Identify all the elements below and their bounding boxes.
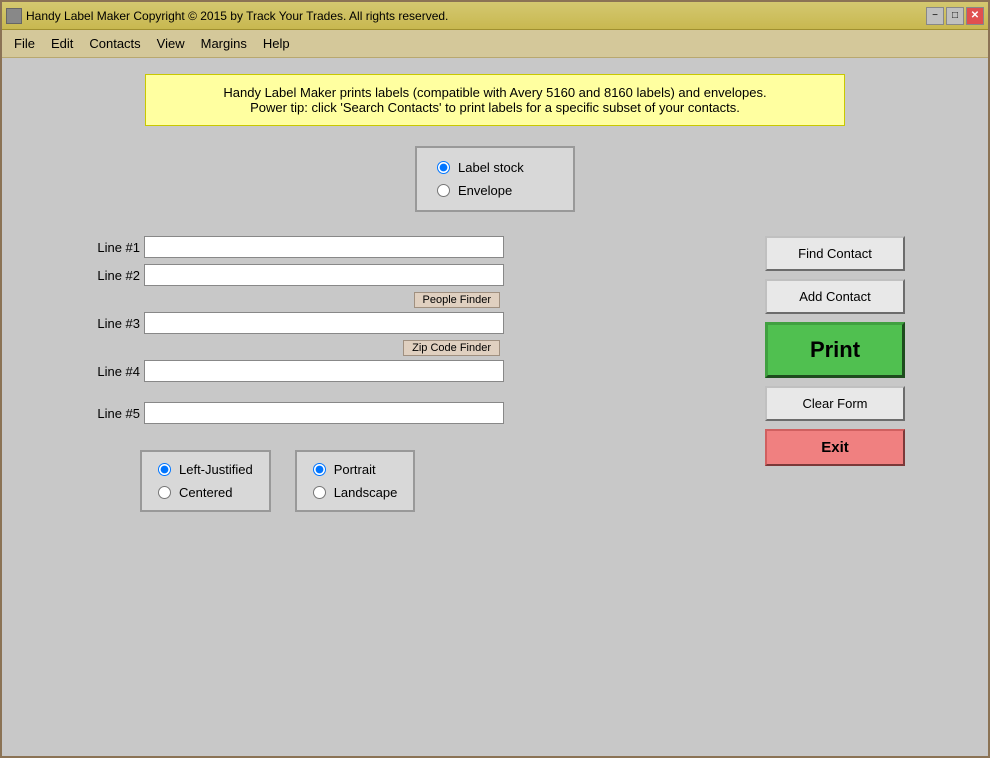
menu-bar: File Edit Contacts View Margins Help [2, 30, 988, 58]
add-contact-button[interactable]: Add Contact [765, 279, 905, 314]
line1-label: Line #1 [85, 240, 140, 255]
label-stock-option[interactable]: Label stock [437, 160, 553, 175]
clear-form-button[interactable]: Clear Form [765, 386, 905, 421]
line4-label: Line #4 [85, 364, 140, 379]
line3-input[interactable] [144, 312, 504, 334]
line5-row: Line #5 [85, 402, 725, 424]
line2-label: Line #2 [85, 268, 140, 283]
landscape-label: Landscape [334, 485, 398, 500]
menu-view[interactable]: View [149, 32, 193, 55]
line1-row: Line #1 [85, 236, 725, 258]
label-stock-radio[interactable] [437, 161, 450, 174]
line5-label: Line #5 [85, 406, 140, 421]
line3-row: Line #3 [85, 312, 725, 334]
envelope-option[interactable]: Envelope [437, 183, 553, 198]
centered-radio[interactable] [158, 486, 171, 499]
bottom-options: Left-Justified Centered Portrait [140, 450, 725, 512]
info-line1: Handy Label Maker prints labels (compati… [166, 85, 824, 100]
line4-input[interactable] [144, 360, 504, 382]
minimize-button[interactable]: − [926, 7, 944, 25]
print-button[interactable]: Print [765, 322, 905, 378]
alignment-group: Left-Justified Centered [140, 450, 271, 512]
portrait-label: Portrait [334, 462, 376, 477]
menu-edit[interactable]: Edit [43, 32, 81, 55]
maximize-button[interactable]: □ [946, 7, 964, 25]
title-bar: Handy Label Maker Copyright © 2015 by Tr… [2, 2, 988, 30]
main-content: Handy Label Maker prints labels (compati… [2, 58, 988, 756]
line2-input[interactable] [144, 264, 504, 286]
envelope-label: Envelope [458, 183, 512, 198]
people-finder-button[interactable]: People Finder [414, 292, 501, 308]
left-justified-radio[interactable] [158, 463, 171, 476]
info-line2: Power tip: click 'Search Contacts' to pr… [166, 100, 824, 115]
menu-margins[interactable]: Margins [193, 32, 255, 55]
exit-button[interactable]: Exit [765, 429, 905, 466]
people-finder-row: People Finder [85, 292, 500, 308]
zip-finder-row: Zip Code Finder [85, 340, 500, 356]
line5-input[interactable] [144, 402, 504, 424]
title-bar-controls: − □ ✕ [926, 7, 984, 25]
app-icon [6, 8, 22, 24]
left-justified-option[interactable]: Left-Justified [158, 462, 253, 477]
lines-section: Line #1 Line #2 People Finder Line #3 [85, 236, 725, 512]
orientation-group: Portrait Landscape [295, 450, 416, 512]
centered-label: Centered [179, 485, 232, 500]
find-contact-button[interactable]: Find Contact [765, 236, 905, 271]
left-justified-label: Left-Justified [179, 462, 253, 477]
menu-file[interactable]: File [6, 32, 43, 55]
form-area: Line #1 Line #2 People Finder Line #3 [85, 236, 905, 512]
line2-row: Line #2 [85, 264, 725, 286]
buttons-section: Find Contact Add Contact Print Clear For… [765, 236, 905, 512]
line4-row: Line #4 [85, 360, 725, 382]
label-stock-label: Label stock [458, 160, 524, 175]
window-title: Handy Label Maker Copyright © 2015 by Tr… [26, 9, 448, 23]
info-banner: Handy Label Maker prints labels (compati… [145, 74, 845, 126]
menu-help[interactable]: Help [255, 32, 298, 55]
landscape-option[interactable]: Landscape [313, 485, 398, 500]
centered-option[interactable]: Centered [158, 485, 253, 500]
close-button[interactable]: ✕ [966, 7, 984, 25]
landscape-radio[interactable] [313, 486, 326, 499]
line1-input[interactable] [144, 236, 504, 258]
portrait-radio[interactable] [313, 463, 326, 476]
menu-contacts[interactable]: Contacts [81, 32, 148, 55]
stock-type-group: Label stock Envelope [415, 146, 575, 212]
title-bar-left: Handy Label Maker Copyright © 2015 by Tr… [6, 8, 448, 24]
zip-finder-button[interactable]: Zip Code Finder [403, 340, 500, 356]
envelope-radio[interactable] [437, 184, 450, 197]
portrait-option[interactable]: Portrait [313, 462, 398, 477]
line3-label: Line #3 [85, 316, 140, 331]
main-window: Handy Label Maker Copyright © 2015 by Tr… [0, 0, 990, 758]
